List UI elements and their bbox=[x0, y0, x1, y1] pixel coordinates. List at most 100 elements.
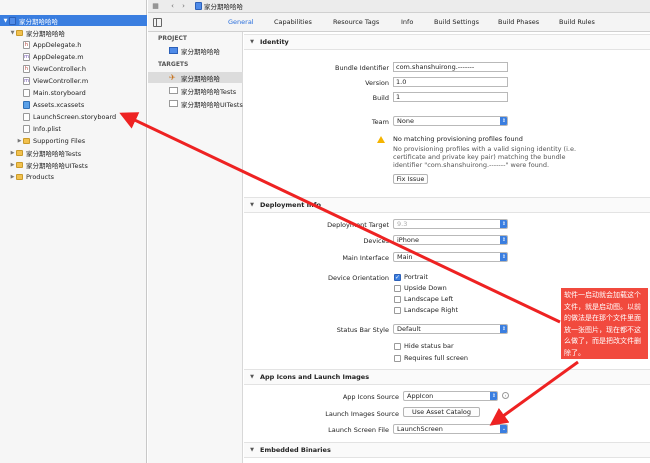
bundle-identifier-field[interactable]: com.shanshuirong.------- bbox=[393, 62, 508, 72]
orientation-portrait-checkbox[interactable]: ✓ Portrait bbox=[394, 273, 428, 281]
requires-full-screen-checkbox[interactable]: Requires full screen bbox=[394, 354, 468, 362]
disclosure-down-icon[interactable]: ▼ bbox=[244, 202, 260, 208]
annotation-text: 软件一启动就会加载这个文件，就是启动图。以前的做法是在那个文件里面放一张图片，现… bbox=[564, 291, 641, 357]
implementation-file-icon: m bbox=[23, 52, 30, 61]
tab-resource-tags[interactable]: Resource Tags bbox=[333, 18, 379, 26]
version-label: Version bbox=[365, 79, 389, 87]
embedded-binaries-section-header[interactable]: ▼ Embedded Binaries bbox=[244, 442, 650, 458]
xcode-project-icon bbox=[169, 47, 178, 54]
deployment-target-value: 9.3 bbox=[397, 220, 408, 228]
launch-screen-file-combobox[interactable]: LaunchScreen ⌄ bbox=[393, 424, 508, 434]
tab-capabilities[interactable]: Capabilities bbox=[274, 18, 312, 26]
team-popup[interactable]: None ⇕ bbox=[393, 116, 508, 126]
disclosure-down-icon[interactable]: ▼ bbox=[244, 374, 260, 380]
tab-build-settings[interactable]: Build Settings bbox=[434, 18, 479, 26]
target-item-label: 家分期哈哈哈UITests bbox=[181, 100, 243, 109]
disclosure-down-icon[interactable]: ▼ bbox=[244, 447, 260, 453]
hide-status-bar-checkbox[interactable]: Hide status bar bbox=[394, 342, 454, 350]
checkbox-icon bbox=[394, 284, 401, 292]
disclosure-down-icon[interactable]: ▼ bbox=[9, 30, 16, 36]
project-section-header: PROJECT bbox=[158, 35, 187, 42]
tree-item-label: Assets.xcassets bbox=[33, 100, 85, 109]
tree-item-uitests[interactable]: ▶ 家分期哈哈哈UITests bbox=[0, 159, 147, 170]
general-settings-editor: ▼ Identity Bundle Identifier com.shanshu… bbox=[244, 32, 650, 463]
deployment-target-popup[interactable]: 9.3 ⇕ bbox=[393, 219, 508, 229]
targets-section-header: TARGETS bbox=[158, 61, 189, 68]
section-title: App Icons and Launch Images bbox=[260, 373, 370, 381]
orientation-upside-down-checkbox[interactable]: Upside Down bbox=[394, 284, 447, 292]
popup-stepper-icon: ⇕ bbox=[500, 253, 507, 261]
build-label: Build bbox=[372, 94, 389, 102]
tree-item-supporting-files[interactable]: ▶ Supporting Files bbox=[0, 135, 147, 146]
disclosure-right-icon[interactable]: ▶ bbox=[16, 138, 23, 144]
checkbox-label: Portrait bbox=[404, 273, 428, 281]
tree-item-label: AppDelegate.m bbox=[33, 52, 84, 61]
tab-general[interactable]: General bbox=[228, 18, 254, 26]
go-to-arrow-icon[interactable]: › bbox=[502, 392, 509, 399]
fix-issue-button[interactable]: Fix Issue bbox=[393, 174, 428, 184]
warning-title: No matching provisioning profiles found bbox=[393, 135, 523, 143]
tree-item-assets[interactable]: Assets.xcassets bbox=[0, 99, 147, 110]
status-bar-style-popup[interactable]: Default ⇕ bbox=[393, 324, 508, 334]
tree-item-group-main[interactable]: ▼ 家分期哈哈哈 bbox=[0, 27, 147, 38]
main-interface-popup[interactable]: Main ⇕ bbox=[393, 252, 508, 262]
tree-item-products[interactable]: ▶ Products bbox=[0, 171, 147, 182]
target-item-app[interactable]: ✈ 家分期哈哈哈 bbox=[148, 72, 243, 83]
checkbox-label: Requires full screen bbox=[404, 354, 468, 362]
app-icons-source-popup[interactable]: AppIcon ⇕ bbox=[403, 391, 498, 401]
tree-item-project[interactable]: ▼ 家分期哈哈哈 bbox=[0, 15, 147, 26]
tree-item-tests[interactable]: ▶ 家分期哈哈哈Tests bbox=[0, 147, 147, 158]
checkbox-icon bbox=[394, 342, 401, 350]
tree-item-launchscreen-storyboard[interactable]: LaunchScreen.storyboard bbox=[0, 111, 147, 122]
disclosure-down-icon[interactable]: ▼ bbox=[244, 39, 260, 45]
tree-item-label: ViewController.h bbox=[33, 64, 86, 73]
use-asset-catalog-button[interactable]: Use Asset Catalog bbox=[403, 407, 480, 417]
tree-item-info-plist[interactable]: Info.plist bbox=[0, 123, 147, 134]
build-field[interactable]: 1 bbox=[393, 92, 508, 102]
checkmark-icon: ✓ bbox=[394, 273, 401, 281]
chevron-left-icon[interactable]: ‹ bbox=[167, 1, 178, 12]
popup-stepper-icon: ⇕ bbox=[500, 325, 507, 333]
warning-message: No provisioning profiles with a valid si… bbox=[393, 145, 577, 169]
launch-screen-file-value: LaunchScreen bbox=[397, 425, 443, 433]
tab-build-rules[interactable]: Build Rules bbox=[559, 18, 595, 26]
storyboard-file-icon bbox=[23, 112, 30, 121]
disclosure-right-icon[interactable]: ▶ bbox=[9, 150, 16, 156]
project-navigator: ▼ 家分期哈哈哈 ▼ 家分期哈哈哈 h AppDelegate.h m AppD… bbox=[0, 0, 147, 463]
disclosure-right-icon[interactable]: ▶ bbox=[9, 174, 16, 180]
target-item-uitests[interactable]: 家分期哈哈哈UITests bbox=[148, 98, 243, 109]
version-field[interactable]: 1.0 bbox=[393, 77, 508, 87]
grid-icon[interactable]: ▦ bbox=[150, 1, 161, 12]
deployment-section-header[interactable]: ▼ Deployment Info bbox=[244, 197, 650, 213]
disclosure-right-icon[interactable]: ▶ bbox=[9, 162, 16, 168]
devices-popup[interactable]: iPhone ⇕ bbox=[393, 235, 508, 245]
chevron-right-icon[interactable]: › bbox=[178, 1, 189, 12]
main-interface-label: Main Interface bbox=[342, 254, 389, 262]
xcode-project-icon bbox=[195, 2, 202, 10]
warning-icon bbox=[377, 136, 385, 143]
project-targets-list: PROJECT 家分期哈哈哈 TARGETS ✈ 家分期哈哈哈 家分期哈哈哈Te… bbox=[148, 32, 243, 463]
tree-item-appdelegate-h[interactable]: h AppDelegate.h bbox=[0, 39, 147, 50]
orientation-landscape-left-checkbox[interactable]: Landscape Left bbox=[394, 295, 453, 303]
tree-item-viewcontroller-h[interactable]: h ViewController.h bbox=[0, 63, 147, 74]
tree-item-label: 家分期哈哈哈 bbox=[26, 29, 65, 38]
folder-icon bbox=[16, 173, 23, 180]
disclosure-down-icon[interactable]: ▼ bbox=[2, 18, 9, 24]
breadcrumb[interactable]: 家分期哈哈哈 bbox=[195, 1, 243, 11]
tree-item-label: Main.storyboard bbox=[33, 88, 86, 97]
identity-section-header[interactable]: ▼ Identity bbox=[244, 34, 650, 50]
orientation-landscape-right-checkbox[interactable]: Landscape Right bbox=[394, 306, 458, 314]
sidebar-toggle-icon[interactable] bbox=[153, 18, 162, 27]
checkbox-label: Hide status bar bbox=[404, 342, 454, 350]
launch-screen-file-label: Launch Screen File bbox=[328, 426, 389, 434]
storyboard-file-icon bbox=[23, 88, 30, 97]
project-item[interactable]: 家分期哈哈哈 bbox=[148, 45, 243, 56]
project-item-label: 家分期哈哈哈 bbox=[181, 47, 220, 56]
tab-info[interactable]: Info bbox=[401, 18, 413, 26]
tree-item-appdelegate-m[interactable]: m AppDelegate.m bbox=[0, 51, 147, 62]
tree-item-main-storyboard[interactable]: Main.storyboard bbox=[0, 87, 147, 98]
tree-item-viewcontroller-m[interactable]: m ViewController.m bbox=[0, 75, 147, 86]
app-icons-section-header[interactable]: ▼ App Icons and Launch Images bbox=[244, 369, 650, 385]
target-item-tests[interactable]: 家分期哈哈哈Tests bbox=[148, 85, 243, 96]
tab-build-phases[interactable]: Build Phases bbox=[498, 18, 539, 26]
